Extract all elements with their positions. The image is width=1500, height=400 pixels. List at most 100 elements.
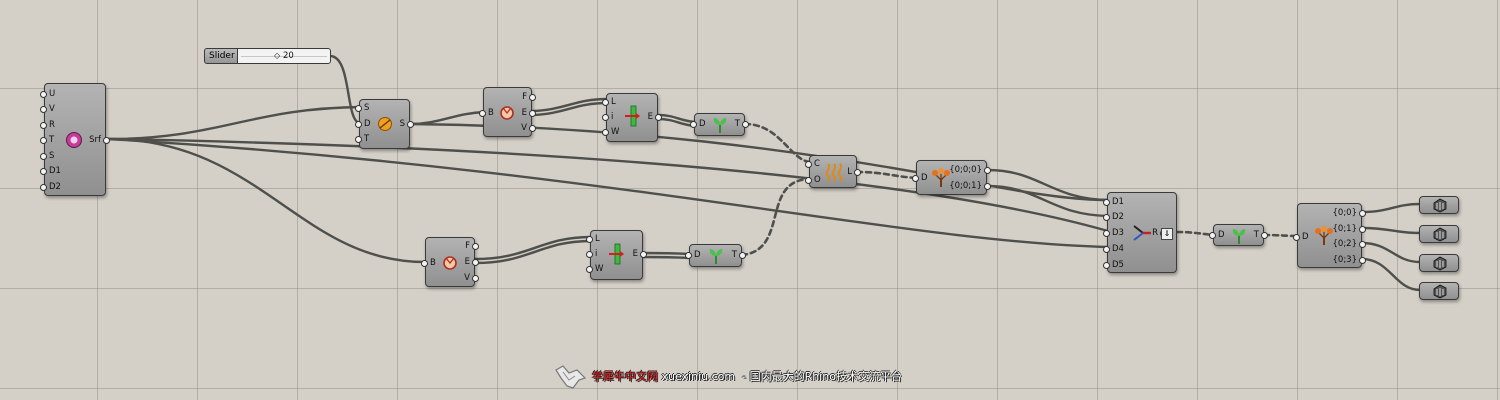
- divide-length-component-top[interactable]: L i W E: [601, 93, 663, 142]
- merge-icon: [1133, 225, 1151, 241]
- brep-edges-component-bottom[interactable]: B F E V: [421, 237, 480, 287]
- input-port-l[interactable]: L: [602, 97, 616, 107]
- weave-icon: [825, 163, 843, 182]
- divide-icon: [609, 243, 624, 265]
- flatten-icon[interactable]: ⇓: [1161, 228, 1173, 240]
- input-port-s[interactable]: S: [354, 103, 369, 113]
- input-port-d[interactable]: D: [355, 119, 371, 129]
- output-port-t[interactable]: T: [735, 119, 750, 129]
- number-slider[interactable]: ◇ 20: [237, 48, 331, 64]
- input-port-d1[interactable]: D1: [1103, 197, 1124, 207]
- input-port-i[interactable]: i: [585, 249, 597, 259]
- wire-scale-to-brep-top: [408, 110, 487, 126]
- brep-param-icon: [1433, 227, 1447, 242]
- wire-srf-to-scale: [106, 105, 364, 141]
- output-port-branch-0[interactable]: {0;0;0}: [949, 165, 991, 175]
- input-port-d[interactable]: D: [685, 250, 701, 260]
- brep-param-icon: [1433, 198, 1447, 213]
- output-port-branch-1[interactable]: {0;1}: [1333, 224, 1366, 234]
- input-port-d[interactable]: D: [1209, 230, 1225, 240]
- output-port-e[interactable]: E: [633, 249, 648, 259]
- output-port-e[interactable]: E: [465, 257, 480, 267]
- input-port-i[interactable]: i: [601, 112, 613, 122]
- slider-value: 20: [283, 51, 294, 61]
- explode-tree-icon: [1315, 226, 1333, 245]
- brep-edges-icon: [443, 256, 457, 270]
- wire-divide-bottom-to-graft-bottom: [641, 251, 692, 256]
- output-port-v[interactable]: V: [521, 123, 536, 133]
- brep-param-icon: [1433, 284, 1447, 299]
- input-port-o[interactable]: O: [805, 175, 821, 185]
- input-port-t[interactable]: T: [39, 135, 54, 145]
- brep-param-component-4[interactable]: [1419, 282, 1459, 300]
- brep-edges-component-top[interactable]: B F E V: [479, 87, 537, 137]
- input-port-d2[interactable]: D2: [1103, 212, 1124, 222]
- graft-icon: [1232, 229, 1246, 244]
- output-port-f[interactable]: F: [522, 92, 536, 102]
- input-port-w[interactable]: W: [601, 127, 619, 137]
- output-port-srf[interactable]: Srf: [89, 135, 110, 145]
- input-port-s[interactable]: S: [39, 151, 54, 161]
- output-port-v[interactable]: V: [464, 273, 479, 283]
- explode-tree-icon: [932, 168, 950, 187]
- output-port-branch-1[interactable]: {0;0;1}: [949, 181, 991, 191]
- wire-weave-to-tree: [855, 170, 920, 180]
- brep-param-component-2[interactable]: [1419, 225, 1459, 243]
- input-port-d2[interactable]: D2: [40, 182, 61, 192]
- input-port-c[interactable]: C: [805, 159, 820, 169]
- input-port-d3[interactable]: D3: [1103, 228, 1124, 238]
- input-port-d[interactable]: D: [1293, 232, 1309, 242]
- wire-srf-to-brep-bottom: [106, 137, 427, 264]
- output-port-t[interactable]: T: [732, 250, 747, 260]
- output-port-e[interactable]: E: [648, 112, 663, 122]
- wire-graft-top-to-weave: [743, 122, 812, 164]
- input-port-d[interactable]: D: [912, 173, 928, 183]
- input-port-w[interactable]: W: [585, 264, 603, 274]
- output-port-f[interactable]: F: [465, 241, 479, 251]
- wire-tree2-out-2: [1360, 226, 1422, 235]
- wire-graft-bottom-to-weave: [740, 177, 812, 257]
- input-port-t[interactable]: T: [354, 134, 369, 144]
- surface-parameter-component[interactable]: U V R T S D1 D2 Srf: [39, 83, 110, 196]
- input-port-d4[interactable]: D4: [1103, 244, 1124, 254]
- brep-param-icon: [1433, 256, 1447, 271]
- input-port-b[interactable]: B: [421, 258, 436, 268]
- rhino-logo-icon: [555, 365, 587, 389]
- input-port-v[interactable]: V: [40, 104, 55, 114]
- input-port-u[interactable]: U: [39, 89, 55, 99]
- wire-brep-bottom-to-divide-bottom: [473, 235, 593, 261]
- scale-component[interactable]: S D T S: [354, 99, 415, 149]
- merge-component[interactable]: D1 D2 D3 D4 D5 R ⇓: [1103, 192, 1177, 273]
- output-port-t[interactable]: T: [1254, 230, 1269, 240]
- input-port-r[interactable]: R: [40, 120, 55, 130]
- explode-tree-component-1[interactable]: D {0;0;0} {0;0;1}: [912, 160, 991, 195]
- graft-tree-component-top[interactable]: D T: [690, 113, 750, 136]
- brep-param-component-3[interactable]: [1419, 254, 1459, 272]
- wire-slider-to-scale: [328, 54, 362, 125]
- watermark-brand: 学犀牛中文网: [592, 370, 658, 383]
- weave-component[interactable]: C O L: [805, 155, 861, 188]
- output-port-l[interactable]: L: [847, 167, 861, 177]
- watermark: 学犀牛中文网 xuexiniu.com - 国内最大的Rhino技术交流平台: [592, 364, 902, 390]
- output-port-s[interactable]: S: [400, 119, 415, 129]
- graft-tree-component-right[interactable]: D T: [1209, 224, 1269, 246]
- divide-icon: [625, 105, 640, 127]
- scale-icon: [378, 117, 392, 131]
- input-port-b[interactable]: B: [479, 108, 494, 118]
- brep-param-component-1[interactable]: [1419, 196, 1459, 214]
- output-port-branch-3[interactable]: {0;3}: [1333, 255, 1366, 265]
- input-port-d1[interactable]: D1: [40, 166, 61, 176]
- divide-length-component-bottom[interactable]: L i W E: [585, 230, 648, 280]
- input-port-d5[interactable]: D5: [1103, 260, 1124, 270]
- number-slider-label[interactable]: Slider: [204, 48, 238, 64]
- output-port-branch-2[interactable]: {0;2}: [1333, 239, 1366, 249]
- brep-edges-icon: [500, 106, 514, 120]
- output-port-branch-0[interactable]: {0;0}: [1333, 208, 1366, 218]
- slider-grip-icon[interactable]: ◇: [274, 49, 280, 63]
- surface-icon: [66, 132, 82, 148]
- explode-tree-component-2[interactable]: D {0;0} {0;1} {0;2} {0;3}: [1293, 203, 1366, 268]
- output-port-e[interactable]: E: [522, 108, 537, 118]
- input-port-d[interactable]: D: [690, 119, 706, 129]
- graft-tree-component-bottom[interactable]: D T: [685, 244, 747, 267]
- input-port-l[interactable]: L: [586, 234, 600, 244]
